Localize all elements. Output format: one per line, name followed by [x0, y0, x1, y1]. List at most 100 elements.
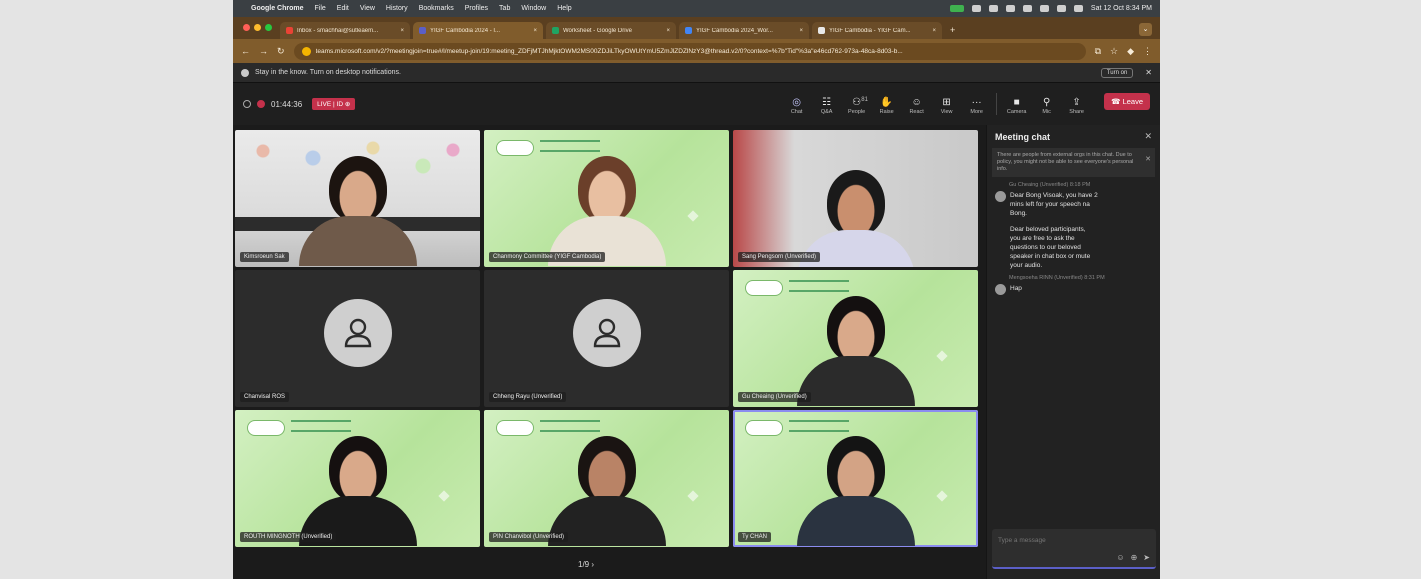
menu-window[interactable]: Window	[521, 5, 546, 12]
site-info-icon[interactable]	[301, 46, 311, 56]
dismiss-warning-icon[interactable]: ✕	[1145, 156, 1151, 163]
grid-pager[interactable]: 1/9 ›	[578, 560, 594, 569]
toolbar-divider	[996, 93, 998, 115]
close-tab-icon[interactable]: ×	[799, 28, 803, 34]
participant-name: Gu Cheaing (Unverified)	[738, 392, 811, 402]
turn-on-notifications-button[interactable]: Turn on	[1100, 67, 1134, 78]
volume-icon[interactable]	[988, 5, 998, 12]
menubar-status-area: Sat 12 Oct 8:34 PM	[949, 5, 1152, 12]
meeting-people-button[interactable]: ⚇ 81 People	[846, 96, 868, 115]
leave-label: Leave	[1122, 97, 1143, 106]
sparkle-decoration	[936, 350, 948, 362]
meeting-more-button[interactable]: ··· More	[966, 96, 987, 115]
close-tab-icon[interactable]: ×	[400, 28, 404, 34]
tab-title: Inbox - smachhai@sutleaem...	[297, 27, 379, 34]
menubar-clock[interactable]: Sat 12 Oct 8:34 PM	[1091, 5, 1152, 12]
close-tab-icon[interactable]: ×	[932, 28, 936, 34]
khmer-banner-text	[291, 420, 351, 432]
meeting-timer: 01:44:36	[271, 99, 303, 109]
react-icon: ☺	[911, 97, 922, 108]
bookmark-star-icon[interactable]: ☆	[1110, 46, 1118, 57]
sparkle-decoration	[438, 490, 450, 502]
khmer-banner-text	[540, 420, 600, 432]
control-label: Raise	[879, 109, 894, 115]
message-meta: Mengsoeha RINN (Unverified) 8:31 PM	[1009, 275, 1152, 281]
chrome-menu-icon[interactable]: ⋮	[1143, 46, 1152, 57]
emoji-icon[interactable]: ☺	[1116, 553, 1124, 562]
participant-video	[298, 436, 417, 546]
menu-edit[interactable]: Edit	[337, 5, 349, 12]
participant-video	[298, 156, 417, 266]
back-icon[interactable]: ←	[241, 46, 250, 56]
bluetooth-icon[interactable]	[1005, 5, 1015, 12]
sender-avatar	[995, 284, 1006, 295]
khmer-banner-text	[789, 280, 849, 292]
meeting-raise-button[interactable]: ✋ Raise	[876, 96, 897, 115]
menu-view[interactable]: View	[360, 5, 375, 12]
close-tab-icon[interactable]: ×	[533, 28, 537, 34]
meeting-qa-button[interactable]: ☷ Q&A	[816, 96, 837, 115]
tab-search-icon[interactable]: ⌄	[1139, 23, 1152, 36]
participant-tile[interactable]: Chanvisal ROS	[235, 270, 480, 407]
participant-tile[interactable]: Kimsroeun Sak	[235, 130, 480, 267]
send-icon[interactable]: ➤	[1143, 553, 1150, 562]
search-icon[interactable]	[1056, 5, 1066, 12]
status-icon[interactable]	[971, 5, 981, 12]
meeting-chat-button[interactable]: ◎ Chat	[786, 96, 807, 115]
browser-tab-teams[interactable]: YIGF Cambodia 2024 - I... ×	[413, 22, 543, 39]
participant-tile[interactable]: Gu Cheaing (Unverified)	[733, 270, 978, 407]
menu-history[interactable]: History	[386, 5, 408, 12]
participant-tile[interactable]: Ty CHAN	[733, 410, 978, 547]
close-chat-icon[interactable]: ✕	[1144, 131, 1152, 142]
chat-message-input[interactable]	[992, 531, 1142, 550]
control-center-icon[interactable]	[1073, 5, 1083, 12]
khmer-banner-text	[789, 420, 849, 432]
browser-tab-drive[interactable]: Worksheet - Google Drive ×	[546, 22, 676, 39]
menu-profiles[interactable]: Profiles	[465, 5, 488, 12]
control-label: People	[848, 109, 866, 115]
new-tab-button[interactable]: +	[950, 25, 955, 35]
install-app-icon[interactable]: ⧉	[1095, 46, 1101, 57]
person-head	[577, 436, 636, 502]
meeting-info-icon[interactable]	[243, 100, 251, 108]
wifi-icon[interactable]	[1022, 5, 1032, 12]
menu-bookmarks[interactable]: Bookmarks	[419, 5, 454, 12]
zoom-window-button[interactable]	[265, 24, 272, 31]
menubar-app-name[interactable]: Google Chrome	[251, 5, 304, 12]
meeting-view-button[interactable]: ⊞ View	[936, 96, 957, 115]
message-line: Bong.	[1010, 210, 1027, 217]
message-body: Dear Bong Visoak, you have 2 mins left fo…	[1010, 191, 1098, 270]
leave-button[interactable]: ☎ Leave	[1104, 93, 1150, 110]
meeting-camera-button[interactable]: ■ Camera	[1006, 96, 1027, 115]
browser-tab-gmail[interactable]: Inbox - smachhai@sutleaem... ×	[280, 22, 410, 39]
menu-tab[interactable]: Tab	[499, 5, 510, 12]
facetime-icon[interactable]	[949, 5, 964, 12]
browser-tab-site[interactable]: YIGF Cambodia - YIGF Cam... ×	[812, 22, 942, 39]
participant-tile[interactable]: Chanmony Committee (YIGF Cambodia)	[484, 130, 729, 267]
meeting-share-button[interactable]: ⇪ Share	[1066, 96, 1087, 115]
participant-tile[interactable]: Sang Pengsorn (Unverified)	[733, 130, 978, 267]
chat-message: Mengsoeha RINN (Unverified) 8:31 PM Hap	[987, 270, 1160, 295]
participant-tile[interactable]: PIN Chanvibol (Unverified)	[484, 410, 729, 547]
sparkle-decoration	[936, 490, 948, 502]
extension-icon[interactable]: ◆	[1127, 46, 1134, 57]
address-bar[interactable]: teams.microsoft.com/v2/?meetingjoin=true…	[293, 42, 1086, 60]
close-icon[interactable]: ✕	[1145, 68, 1152, 77]
khmer-banner-text	[540, 140, 600, 152]
message-meta: Gu Cheaing (Unverified) 8:18 PM	[1009, 182, 1152, 188]
menu-help[interactable]: Help	[557, 5, 571, 12]
attach-icon[interactable]: ⊕	[1131, 553, 1138, 562]
forward-icon[interactable]: →	[259, 46, 268, 56]
menu-file[interactable]: File	[315, 5, 326, 12]
meeting-react-button[interactable]: ☺ React	[906, 96, 927, 115]
participant-tile[interactable]: Chheng Rayu (Unverified)	[484, 270, 729, 407]
close-tab-icon[interactable]: ×	[666, 28, 670, 34]
browser-tab-doc[interactable]: YIGF Cambodia 2024_Wor... ×	[679, 22, 809, 39]
meeting-mic-button[interactable]: ⚲ Mic	[1036, 96, 1057, 115]
participant-video	[796, 436, 915, 546]
participant-tile[interactable]: ROUTH MINGNOTH (Unverified)	[235, 410, 480, 547]
reload-icon[interactable]: ↻	[277, 46, 285, 57]
minimize-window-button[interactable]	[254, 24, 261, 31]
close-window-button[interactable]	[243, 24, 250, 31]
battery-icon[interactable]	[1039, 5, 1049, 12]
